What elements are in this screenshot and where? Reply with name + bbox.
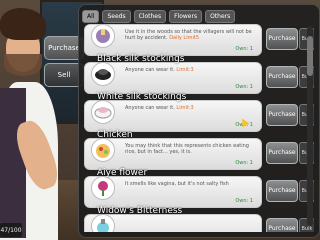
owned-count: Own: 1 [235, 198, 253, 204]
owned-count: Own: 1 [235, 84, 253, 90]
item-name: Widow's Bitterness [97, 206, 183, 216]
item-name: White silk stockings [97, 92, 187, 102]
scrollbar-thumb[interactable] [307, 36, 313, 76]
white-stockings-icon [91, 100, 115, 124]
item-description: Anyone can wear it. Limit:3 [125, 67, 194, 73]
item-description: Anyone can wear it. Limit:3 [125, 105, 194, 111]
purchase-button[interactable]: Purchase [266, 104, 298, 126]
owned-count: Own: 1 [235, 160, 253, 166]
item-description: Use it in the woods so that the villager… [125, 29, 252, 41]
item-card: Use it in the woods so that the villager… [84, 24, 262, 56]
purchase-button[interactable]: Purchase [266, 28, 298, 50]
list-scrollbar[interactable] [307, 26, 313, 226]
candle-icon [91, 24, 115, 48]
chicken-icon [91, 138, 115, 162]
purchase-button[interactable]: Purchase [266, 180, 298, 202]
item-card: Aiye flower It smells like vagina, but i… [84, 168, 262, 208]
item-card: Black silk stockings Anyone can wear it.… [84, 54, 262, 94]
purchase-button[interactable]: Purchase [266, 142, 298, 164]
black-stockings-icon [91, 62, 115, 86]
item-name: Black silk stockings [97, 54, 185, 64]
category-tabs: All Seeds Clothes Flowers Others [82, 10, 236, 23]
purchase-button[interactable]: Purchase [266, 66, 298, 88]
item-card: Chicken You may think that this represen… [84, 130, 262, 170]
inventory-counter: 47/100 [0, 223, 22, 237]
item-card: White silk stockings Anyone can wear it.… [84, 92, 262, 132]
list-item: Widow's Bitterness Purchase Bulk [84, 206, 314, 232]
potion-icon [91, 214, 115, 232]
owned-count: Own: 1 [235, 46, 253, 52]
item-name: Chicken [97, 130, 133, 140]
item-description: It smells like vagina, but it's not salt… [125, 181, 229, 187]
purchase-button[interactable]: Purchase [266, 218, 298, 232]
item-card: Widow's Bitterness [84, 206, 262, 232]
item-name: Aiye flower [97, 168, 148, 178]
item-description: You may think that this represents chick… [125, 143, 249, 155]
shop-item-list: Use it in the woods so that the villager… [84, 22, 314, 232]
aiye-flower-icon [91, 176, 115, 200]
